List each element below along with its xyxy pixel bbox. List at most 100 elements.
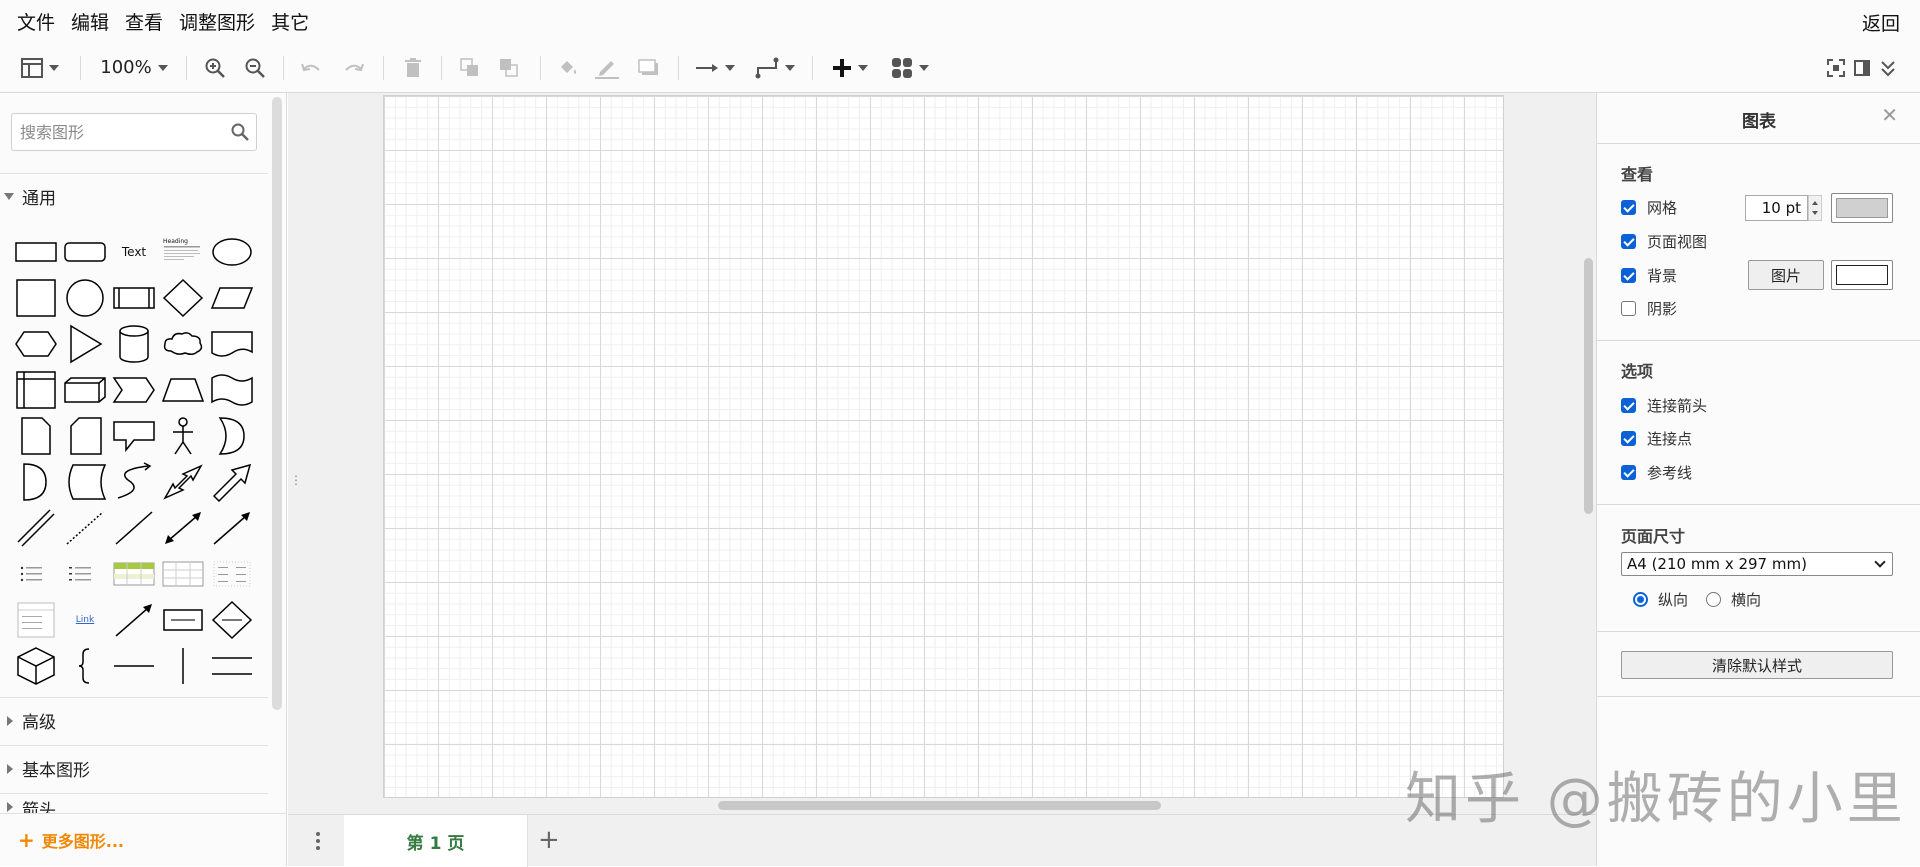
category-arrows[interactable]: 箭头 — [0, 793, 268, 813]
connection-arrows-option[interactable]: 连接箭头 — [1621, 395, 1707, 416]
shape-bidirectional-connector[interactable] — [159, 506, 207, 550]
fill-color-button[interactable] — [553, 42, 583, 93]
redo-button[interactable] — [339, 42, 369, 93]
shape-ellipse[interactable] — [208, 230, 256, 274]
guides-checkbox[interactable] — [1621, 465, 1636, 480]
shape-diamond[interactable] — [159, 276, 207, 320]
pages-menu-icon[interactable] — [316, 829, 322, 853]
background-color-swatch[interactable] — [1831, 260, 1893, 290]
shape-textbox[interactable]: Heading — [159, 230, 207, 274]
shape-parallelogram[interactable] — [208, 276, 256, 320]
fullscreen-button[interactable] — [1824, 42, 1848, 93]
menu-file[interactable]: 文件 — [0, 8, 63, 35]
shape-horizontal-line[interactable] — [110, 644, 158, 688]
more-shapes-button[interactable]: + 更多图形... — [0, 813, 287, 866]
sidebar-scrollbar[interactable] — [272, 97, 282, 710]
shape-cylinder[interactable] — [110, 322, 158, 366]
shape-line[interactable] — [110, 506, 158, 550]
page-view-checkbox[interactable] — [1621, 234, 1636, 249]
connection-points-option[interactable]: 连接点 — [1621, 428, 1692, 449]
menu-extras[interactable]: 其它 — [263, 8, 317, 35]
collapse-toolbar-button[interactable] — [1876, 42, 1900, 93]
background-option[interactable]: 背景 — [1621, 265, 1677, 286]
category-general[interactable]: 通用 — [0, 173, 268, 219]
guides-option[interactable]: 参考线 — [1621, 462, 1692, 483]
insert-button[interactable] — [826, 42, 874, 93]
add-page-icon[interactable]: + — [538, 825, 560, 855]
search-icon[interactable] — [230, 122, 250, 142]
zoom-out-button[interactable] — [240, 42, 270, 93]
portrait-option[interactable]: 纵向 — [1633, 589, 1688, 610]
menu-arrange[interactable]: 调整图形 — [171, 8, 263, 35]
undo-button[interactable] — [296, 42, 326, 93]
search-input[interactable] — [20, 114, 220, 150]
grid-size-input[interactable]: 10 pt — [1745, 195, 1808, 221]
menu-edit[interactable]: 编辑 — [63, 8, 117, 35]
shape-hexagon[interactable] — [12, 322, 60, 366]
category-basic[interactable]: 基本图形 — [0, 745, 268, 791]
zoom-dropdown[interactable]: 100% — [96, 42, 172, 93]
grid-checkbox[interactable] — [1621, 200, 1636, 215]
shape-labeled-rectangle[interactable] — [159, 598, 207, 642]
delete-button[interactable] — [398, 42, 428, 93]
shape-process[interactable] — [110, 276, 158, 320]
tab-page-1[interactable]: 第 1 页 — [344, 815, 528, 867]
horizontal-scrollbar[interactable] — [718, 801, 1161, 810]
zoom-in-button[interactable] — [200, 42, 230, 93]
shape-square[interactable] — [12, 276, 60, 320]
shape-table-green[interactable] — [110, 552, 158, 596]
shape-list[interactable] — [12, 552, 60, 596]
close-icon[interactable]: ✕ — [1881, 103, 1898, 127]
grid-size-stepper[interactable] — [1808, 195, 1822, 221]
waypoints-button[interactable] — [752, 42, 798, 93]
menu-view[interactable]: 查看 — [117, 8, 171, 35]
shape-numbered-list[interactable] — [61, 552, 109, 596]
shape-3d-cube[interactable] — [12, 644, 60, 688]
to-back-button[interactable] — [494, 42, 524, 93]
shape-curly-brace[interactable] — [61, 644, 109, 688]
shape-class[interactable] — [12, 598, 60, 642]
shape-card[interactable] — [61, 414, 109, 458]
table-button[interactable] — [886, 42, 934, 93]
to-front-button[interactable] — [455, 42, 485, 93]
vertical-scrollbar[interactable] — [1584, 258, 1593, 514]
grid-option[interactable]: 网格 — [1621, 197, 1677, 218]
format-panel-toggle[interactable] — [1850, 42, 1874, 93]
layout-button[interactable] — [16, 42, 64, 93]
shape-internal-storage[interactable] — [12, 368, 60, 412]
page-view-option[interactable]: 页面视图 — [1621, 231, 1707, 252]
portrait-radio[interactable] — [1633, 592, 1648, 607]
category-advanced[interactable]: 高级 — [0, 697, 268, 743]
shape-text[interactable]: Text — [110, 230, 158, 274]
shadow-option[interactable]: 阴影 — [1621, 298, 1677, 319]
shape-parallel-lines[interactable] — [208, 644, 256, 688]
shape-table-plain[interactable] — [159, 552, 207, 596]
landscape-option[interactable]: 横向 — [1706, 589, 1761, 610]
shape-labeled-diamond[interactable] — [208, 598, 256, 642]
shadow-button[interactable] — [634, 42, 664, 93]
drawing-page[interactable] — [383, 95, 1504, 798]
connection-arrows-checkbox[interactable] — [1621, 398, 1636, 413]
line-color-button[interactable] — [592, 42, 622, 93]
shape-cube[interactable] — [61, 368, 109, 412]
connection-points-checkbox[interactable] — [1621, 431, 1636, 446]
shape-vertical-line[interactable] — [159, 644, 207, 688]
shape-data-storage[interactable] — [12, 460, 60, 504]
shape-dotted-line[interactable] — [61, 506, 109, 550]
paper-size-select[interactable]: A4 (210 mm x 297 mm) — [1621, 552, 1893, 576]
background-checkbox[interactable] — [1621, 268, 1636, 283]
shape-or[interactable] — [208, 414, 256, 458]
background-image-button[interactable]: 图片 — [1748, 260, 1824, 290]
shadow-checkbox[interactable] — [1621, 301, 1636, 316]
shape-rounded-rectangle[interactable] — [61, 230, 109, 274]
back-button[interactable]: 返回 — [1862, 9, 1900, 36]
shape-double-line[interactable] — [12, 506, 60, 550]
shape-connector-arrow[interactable] — [110, 598, 158, 642]
shape-note[interactable] — [12, 414, 60, 458]
shape-triangle[interactable] — [61, 322, 109, 366]
shape-bidirectional-arrow[interactable] — [159, 460, 207, 504]
shape-circle[interactable] — [61, 276, 109, 320]
shape-document[interactable] — [208, 322, 256, 366]
shape-arrow[interactable] — [208, 460, 256, 504]
sidebar-splitter-icon[interactable]: ⋮ — [290, 473, 302, 487]
